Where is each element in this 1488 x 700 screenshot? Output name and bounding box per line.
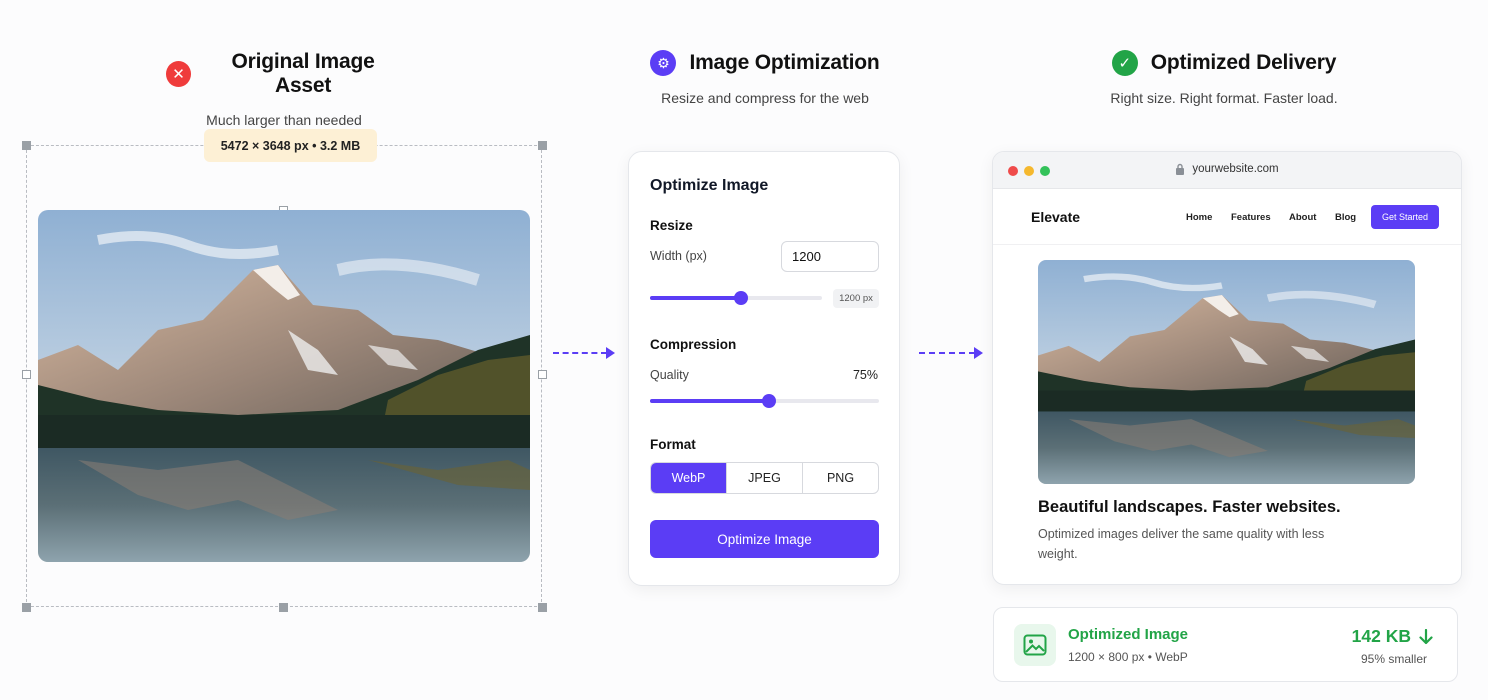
original-subtitle: Much larger than needed (206, 112, 362, 128)
width-slider-thumb[interactable] (734, 291, 749, 305)
optimize-image-button[interactable]: Optimize Image (650, 520, 879, 558)
width-value-chip: 1200 px (833, 289, 879, 308)
quality-slider-fill (650, 399, 770, 403)
optimization-header: ⚙ Image Optimization Resize and compress… (640, 50, 890, 106)
original-image (38, 210, 530, 562)
browser-window: yourwebsite.com Elevate Home Features Ab… (992, 151, 1462, 585)
dimensions-badge: 5472 × 3648 px • 3.2 MB (204, 129, 377, 162)
arrow-right-icon (553, 346, 615, 360)
width-slider-fill (650, 296, 742, 300)
gear-icon: ⚙ (650, 50, 677, 76)
result-title: Optimized Image (1068, 626, 1189, 643)
result-reduction: 95% smaller (1360, 652, 1427, 666)
hero-headline: Beautiful landscapes. Faster websites. (1038, 498, 1341, 516)
format-option-png[interactable]: PNG (803, 463, 878, 493)
resize-handle-left-mid[interactable] (22, 370, 31, 379)
optimization-title: Image Optimization (689, 51, 880, 74)
width-slider[interactable] (650, 291, 822, 305)
format-option-webp[interactable]: WebP (651, 463, 727, 493)
result-size-value: 142 KB (1351, 626, 1411, 646)
optimize-panel: Optimize Image Resize Width (px) 1200 12… (628, 151, 900, 586)
resize-handle-bottom-mid[interactable] (279, 603, 288, 612)
arrow-right-icon (919, 346, 983, 360)
format-segmented-control: WebP JPEG PNG (650, 462, 879, 494)
optimization-subtitle: Resize and compress for the web (661, 90, 869, 106)
browser-toolbar: yourwebsite.com (993, 152, 1461, 189)
original-header: ✕ Original Image Asset Much larger than … (166, 50, 402, 128)
arrow-down-icon (1419, 628, 1433, 644)
quality-slider-thumb[interactable] (762, 394, 777, 408)
resize-handle-top-left[interactable] (22, 141, 31, 150)
result-size: 142 KB (1352, 626, 1433, 647)
check-circle-icon: ✓ (1111, 50, 1138, 76)
quality-label: Quality (650, 368, 689, 382)
image-icon (1014, 624, 1056, 666)
width-label: Width (px) (650, 249, 707, 263)
width-input[interactable]: 1200 (781, 241, 879, 272)
optimized-result-card: Optimized Image 1200 × 800 px • WebP 142… (993, 607, 1458, 682)
url-text: yourwebsite.com (1192, 163, 1279, 175)
resize-handle-top-right[interactable] (538, 141, 547, 150)
format-option-jpeg[interactable]: JPEG (727, 463, 803, 493)
optimized-hero-image (1038, 260, 1415, 484)
nav-features[interactable]: Features (1231, 212, 1271, 223)
format-section-label: Format (650, 437, 696, 452)
panel-title: Optimize Image (650, 177, 769, 194)
quality-value: 75% (852, 368, 878, 382)
resize-section-label: Resize (650, 218, 693, 233)
resize-handle-right-mid[interactable] (538, 370, 547, 379)
resize-handle-bottom-left[interactable] (22, 603, 31, 612)
quality-slider[interactable] (650, 394, 879, 408)
site-logo[interactable]: Elevate (1031, 209, 1080, 225)
nav-home[interactable]: Home (1186, 212, 1212, 223)
nav-blog[interactable]: Blog (1335, 212, 1356, 223)
original-title: Original Image Asset (231, 50, 375, 97)
resize-handle-bottom-right[interactable] (538, 603, 547, 612)
hero-body: Optimized images deliver the same qualit… (1038, 527, 1325, 561)
nav-divider (993, 244, 1461, 245)
delivery-subtitle: Right size. Right format. Faster load. (1110, 90, 1338, 106)
compression-section-label: Compression (650, 337, 737, 352)
result-meta: 1200 × 800 px • WebP (1068, 650, 1188, 664)
nav-about[interactable]: About (1289, 212, 1316, 223)
x-circle-icon: ✕ (166, 61, 192, 87)
lock-icon (1176, 163, 1185, 175)
delivery-header: ✓ Optimized Delivery Right size. Right f… (1106, 50, 1342, 106)
get-started-button[interactable]: Get Started (1371, 205, 1439, 229)
address-bar[interactable]: yourwebsite.com (993, 163, 1461, 175)
delivery-title: Optimized Delivery (1150, 51, 1337, 74)
